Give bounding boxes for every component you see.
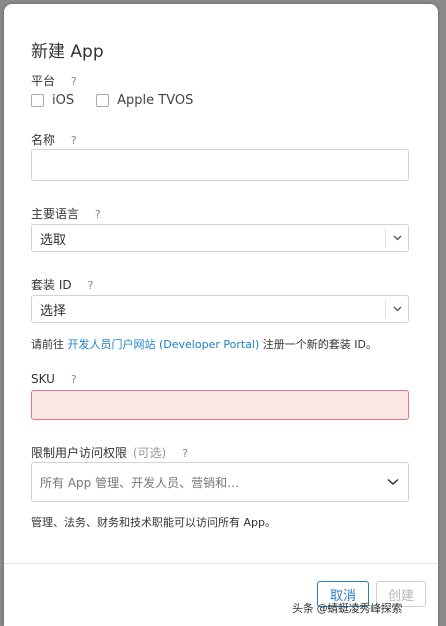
sku-label-text: SKU — [31, 372, 55, 386]
bundle-id-label: 套装 ID ? — [31, 276, 97, 293]
dialog-title: 新建 App — [31, 42, 104, 62]
platform-ios-label: iOS — [52, 93, 75, 108]
watermark-text: 头条 @蜻蜓凌秀峰探索 — [292, 602, 403, 615]
chevron-down-icon[interactable] — [386, 235, 408, 241]
bundle-id-select[interactable]: 选择 — [31, 295, 409, 323]
help-icon[interactable]: ? — [91, 208, 105, 221]
platform-tvos-label: Apple TVOS — [117, 93, 194, 108]
chevron-down-icon[interactable] — [386, 306, 408, 312]
platform-label-text: 平台 — [31, 74, 56, 88]
access-optional-text: (可选) — [132, 446, 167, 460]
access-label-text: 限制用户访问权限 — [31, 446, 128, 460]
name-input[interactable] — [31, 149, 409, 181]
access-select[interactable]: 所有 App 管理、开发人员、营销和… — [31, 462, 409, 502]
new-app-dialog: 新建 App 平台 ? iOS Apple TVOS 名称 ? 主要语言 ? 选… — [4, 4, 438, 626]
bundle-id-hint: 请前往 开发人员门户网站 (Developer Portal) 注册一个新的套装… — [31, 336, 377, 352]
bundle-id-hint-suffix: 注册一个新的套装 ID。 — [259, 338, 377, 351]
help-icon[interactable]: ? — [178, 447, 192, 460]
access-label: 限制用户访问权限 (可选) ? — [31, 444, 192, 461]
language-select[interactable]: 选取 — [31, 224, 409, 252]
platform-label: 平台 ? — [31, 72, 81, 89]
platform-options: iOS Apple TVOS — [31, 93, 215, 108]
footer-divider — [4, 563, 438, 564]
platform-ios-checkbox[interactable]: iOS — [31, 93, 74, 108]
chevron-down-icon[interactable] — [378, 478, 408, 486]
sku-input[interactable] — [31, 390, 409, 420]
access-note: 管理、法务、财务和技术职能可以访问所有 App。 — [31, 516, 276, 529]
checkbox-icon[interactable] — [96, 94, 110, 107]
help-icon[interactable]: ? — [67, 373, 81, 386]
name-label: 名称 ? — [31, 131, 81, 148]
help-icon[interactable]: ? — [67, 134, 81, 147]
help-icon[interactable]: ? — [67, 75, 81, 88]
sku-label: SKU ? — [31, 372, 81, 386]
help-icon[interactable]: ? — [83, 279, 97, 292]
bundle-id-label-text: 套装 ID — [31, 278, 72, 292]
bundle-id-hint-prefix: 请前往 — [31, 338, 68, 351]
access-select-placeholder: 所有 App 管理、开发人员、营销和… — [40, 475, 240, 490]
name-label-text: 名称 — [31, 133, 56, 147]
checkbox-icon[interactable] — [31, 94, 44, 107]
developer-portal-link[interactable]: 开发人员门户网站 (Developer Portal) — [68, 338, 260, 351]
bundle-id-select-value: 选择 — [40, 303, 67, 319]
language-label-text: 主要语言 — [31, 207, 80, 221]
platform-tvos-checkbox[interactable]: Apple TVOS — [96, 93, 193, 108]
language-label: 主要语言 ? — [31, 205, 105, 222]
language-select-value: 选取 — [40, 232, 67, 248]
